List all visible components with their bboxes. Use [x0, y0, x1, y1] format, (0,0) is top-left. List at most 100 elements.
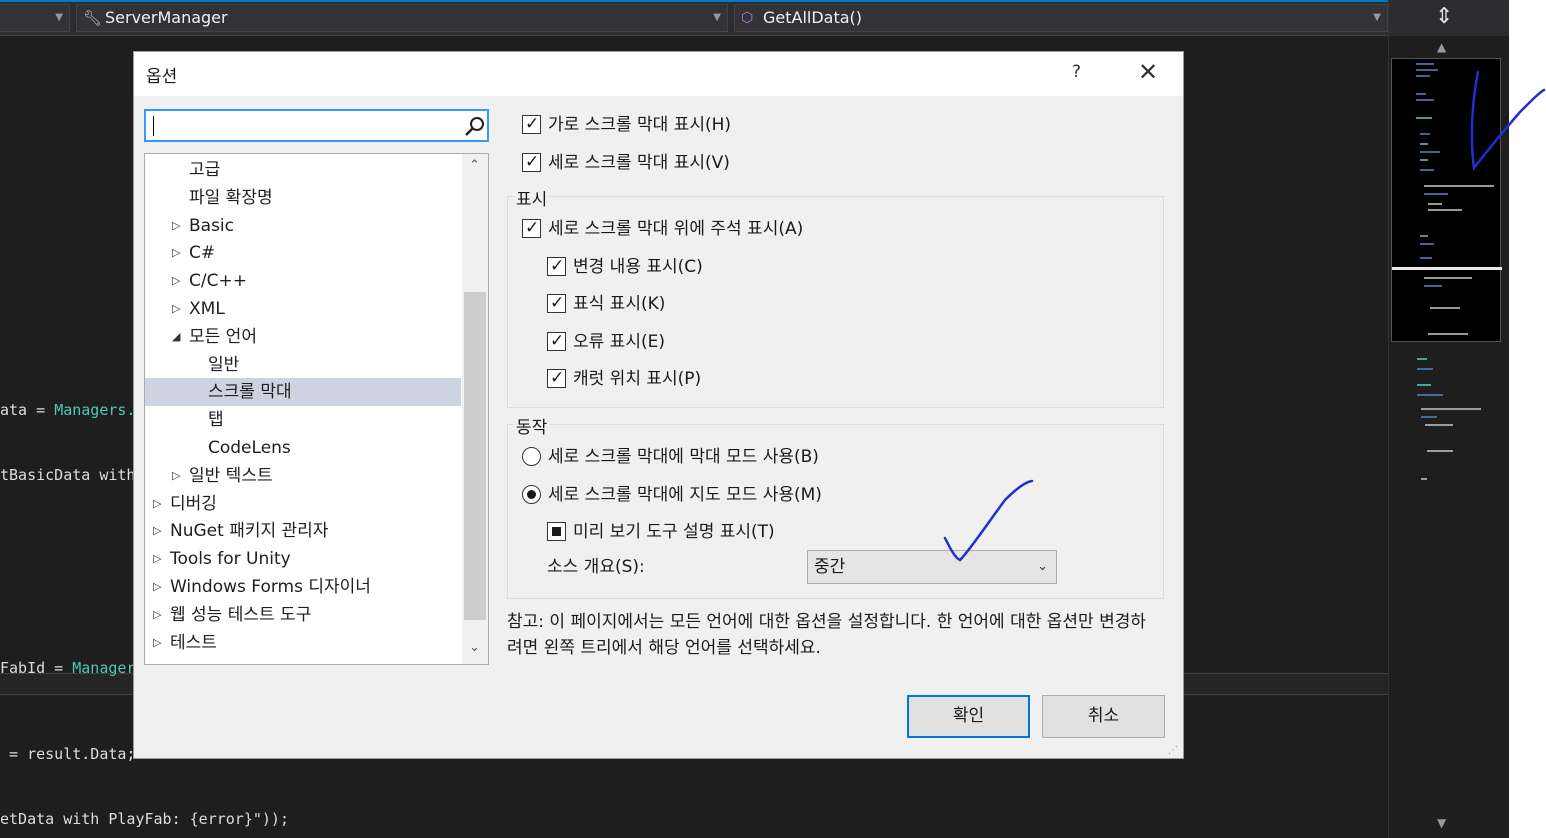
split-window-icon[interactable]: ⇕: [1435, 6, 1453, 28]
minimap-line: [1428, 333, 1468, 335]
tree-item[interactable]: ▷ 일반 텍스트: [145, 462, 461, 490]
checkbox-box: ✓: [522, 218, 541, 238]
minimap-line: [1417, 368, 1433, 370]
member-combo[interactable]: ⬡ GetAllData() ▼: [734, 4, 1388, 32]
minimap-line: [1417, 394, 1443, 396]
type-combo-label: ServerManager: [105, 8, 228, 27]
tree-item[interactable]: ▷ XML: [145, 295, 461, 323]
resize-grip-icon[interactable]: ⋰: [1168, 745, 1180, 757]
collapsed-arrow-icon[interactable]: ▷: [153, 545, 161, 573]
wrench-icon: 🔧︎: [83, 9, 103, 27]
tree-item[interactable]: ▷ 디버깅: [145, 490, 461, 518]
tree-item[interactable]: 파일 확장명: [145, 184, 461, 212]
scroll-down-icon[interactable]: ⌄: [469, 640, 480, 655]
collapsed-arrow-icon[interactable]: ▷: [153, 601, 161, 629]
vertical-scrollbar-map[interactable]: ⇕ ▲ ▼: [1388, 0, 1509, 838]
search-icon[interactable]: [464, 116, 486, 138]
source-overview-label: 소스 개요(S):: [547, 557, 645, 577]
ok-button[interactable]: 확인: [907, 695, 1030, 738]
code-line: tBasicData with: [0, 466, 136, 484]
tree-item[interactable]: ▷ C/C++: [145, 267, 461, 295]
scroll-up-icon[interactable]: ▲: [1437, 40, 1446, 54]
tree-item[interactable]: CodeLens: [145, 434, 461, 462]
scroll-up-icon[interactable]: ⌃: [469, 158, 480, 173]
tree-item-label: NuGet 패키지 관리자: [170, 521, 329, 542]
checkbox-box: ✓: [547, 256, 566, 276]
checkbox-box: ✓: [547, 368, 566, 388]
scroll-down-icon[interactable]: ▼: [1437, 816, 1446, 830]
minimap-line: [1430, 307, 1460, 309]
tree-item[interactable]: 탭: [145, 406, 461, 434]
minimap-line: [1428, 203, 1442, 205]
tree-item[interactable]: 스크롤 막대: [145, 378, 461, 407]
minimap-line: [1420, 143, 1428, 145]
collapsed-arrow-icon[interactable]: ▷: [172, 267, 180, 295]
close-button[interactable]: ✕: [1138, 60, 1158, 84]
minimap-line: [1417, 384, 1431, 386]
check-icon: ✓: [550, 368, 565, 388]
radio-label: 세로 스크롤 막대에 지도 모드 사용(M): [548, 485, 822, 505]
collapsed-arrow-icon[interactable]: ▷: [153, 629, 161, 657]
collapsed-arrow-icon[interactable]: ▷: [153, 573, 161, 601]
radio-circle: [522, 447, 541, 466]
minimap-line: [1421, 478, 1427, 480]
chevron-down-icon: ▼: [1373, 12, 1381, 23]
tree-scrollbar[interactable]: ⌃ ⌄: [462, 154, 488, 664]
tree-item[interactable]: 고급: [145, 156, 461, 184]
tree-scroll-thumb[interactable]: [464, 292, 486, 620]
tree-item[interactable]: ▷ Basic: [145, 212, 461, 240]
tree-item[interactable]: ▷ Windows Forms 디자이너: [145, 573, 461, 601]
info-note: 참고: 이 페이지에서는 모든 언어에 대한 옵션을 설정합니다. 한 언어에 …: [507, 612, 1147, 658]
minimap-line: [1424, 185, 1494, 187]
options-tree[interactable]: 고급 파일 확장명 ▷ Basic ▷ C# ▷ C/C++ ▷ XML ◢ 모든 언어 일반 스크롤 막…: [144, 153, 489, 665]
options-search-input[interactable]: [144, 109, 489, 142]
tree-item[interactable]: ▷ 테스트: [145, 629, 461, 657]
tree-item[interactable]: 일반: [145, 351, 461, 379]
code-line: = result.Data;: [0, 745, 136, 763]
collapsed-arrow-icon[interactable]: ▷: [172, 462, 180, 490]
checkbox-label: 변경 내용 표시(C): [573, 257, 703, 277]
tree-item[interactable]: ◢ 모든 언어: [145, 323, 461, 351]
source-overview-select[interactable]: 중간 ⌄: [807, 550, 1057, 584]
projects-combo[interactable]: ▼: [0, 4, 70, 32]
collapsed-arrow-icon[interactable]: ▷: [172, 212, 180, 240]
tree-item[interactable]: ▷ NuGet 패키지 관리자: [145, 517, 461, 545]
minimap-line: [1420, 159, 1428, 161]
method-cube-icon: ⬡: [741, 10, 754, 26]
collapsed-arrow-icon[interactable]: ▷: [153, 517, 161, 545]
code-line: FabId = Manager: [0, 659, 136, 677]
tree-item[interactable]: ▷ C#: [145, 239, 461, 267]
cancel-button[interactable]: 취소: [1042, 695, 1165, 738]
checkbox-box: ✓: [547, 331, 566, 351]
tree-item-label: 웹 성능 테스트 도구: [170, 604, 312, 625]
checkbox-box: ✓: [522, 152, 541, 172]
source-overview-value: 중간: [814, 557, 846, 577]
minimap-line: [1428, 209, 1462, 211]
tree-item-label: 모든 언어: [189, 326, 257, 347]
collapsed-arrow-icon[interactable]: ▷: [172, 295, 180, 323]
tree-item-label: 디버깅: [170, 493, 217, 514]
member-combo-label: GetAllData(): [763, 8, 863, 27]
check-icon: ✓: [525, 114, 540, 134]
tree-item-label: 스크롤 막대: [208, 382, 292, 403]
tree-item-label: XML: [189, 299, 225, 319]
type-combo[interactable]: 🔧︎ ServerManager ▼: [76, 4, 728, 32]
collapsed-arrow-icon[interactable]: ▷: [153, 490, 161, 518]
checkbox-label: 오류 표시(E): [573, 332, 665, 352]
help-button[interactable]: ?: [1072, 62, 1081, 82]
tree-item[interactable]: ▷ Tools for Unity: [145, 545, 461, 573]
map-viewport[interactable]: [1391, 58, 1502, 342]
indeterminate-icon: [552, 527, 561, 536]
tree-item-label: CodeLens: [208, 438, 291, 458]
text-caret: [153, 116, 154, 136]
expanded-arrow-icon[interactable]: ◢: [172, 323, 180, 351]
tree-item-label: 파일 확장명: [189, 187, 273, 208]
tree-item[interactable]: ▷ 웹 성능 테스트 도구: [145, 601, 461, 629]
collapsed-arrow-icon[interactable]: ▷: [172, 239, 180, 267]
minimap-line: [1424, 285, 1442, 287]
caret-position-marker: [1392, 267, 1502, 270]
minimap-line: [1427, 450, 1453, 452]
tree-item-label: 일반: [208, 354, 240, 375]
check-icon: ✓: [525, 218, 540, 238]
minimap-line: [1416, 69, 1438, 71]
